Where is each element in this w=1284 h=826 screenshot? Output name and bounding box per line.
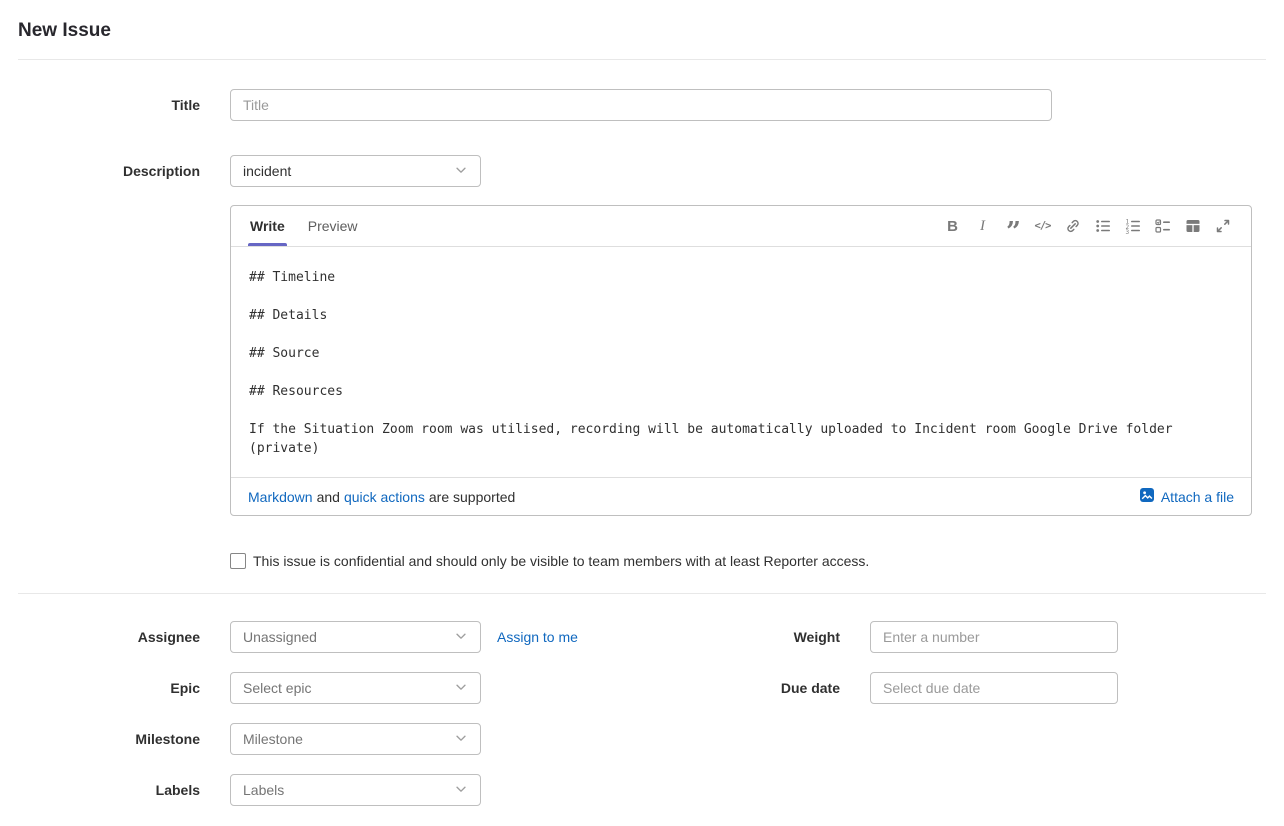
template-select-value: incident [243, 163, 291, 179]
quote-icon[interactable]: ” [1001, 214, 1024, 238]
epic-select-value: Select epic [243, 680, 311, 696]
description-label: Description [18, 155, 200, 187]
numbered-list-icon[interactable]: 123 [1121, 214, 1144, 238]
description-row: Description incident Write Preview B I ”… [18, 155, 1266, 516]
title-label: Title [18, 89, 200, 121]
tab-write[interactable]: Write [248, 206, 287, 246]
bullet-list-icon[interactable] [1091, 214, 1114, 238]
task-list-icon[interactable] [1151, 214, 1174, 238]
chevron-down-icon [454, 680, 468, 697]
section-divider [18, 593, 1266, 594]
weight-row: Weight [628, 621, 1266, 653]
assign-to-me-link[interactable]: Assign to me [497, 629, 578, 645]
chevron-down-icon [454, 782, 468, 799]
labels-row: Labels Labels [18, 774, 628, 806]
due-date-input[interactable] [870, 672, 1118, 704]
confidential-row: This issue is confidential and should on… [18, 553, 1266, 569]
image-icon [1139, 487, 1155, 506]
markdown-editor: Write Preview B I ” </> [230, 205, 1252, 516]
assignee-label: Assignee [18, 621, 200, 653]
confidential-checkbox[interactable] [230, 553, 246, 569]
epic-select[interactable]: Select epic [230, 672, 481, 704]
editor-toolbar: B I ” </> 123 [941, 206, 1234, 246]
italic-icon[interactable]: I [971, 214, 994, 238]
table-icon[interactable] [1181, 214, 1204, 238]
fullscreen-icon[interactable] [1211, 214, 1234, 238]
markdown-help-text: Markdown and quick actions are supported [248, 489, 515, 505]
code-icon[interactable]: </> [1031, 214, 1054, 238]
labels-select[interactable]: Labels [230, 774, 481, 806]
assignee-select-value: Unassigned [243, 629, 317, 645]
milestone-select-value: Milestone [243, 731, 303, 747]
weight-input[interactable] [870, 621, 1118, 653]
quick-actions-link[interactable]: quick actions [344, 489, 425, 505]
confidential-label: This issue is confidential and should on… [253, 553, 869, 569]
epic-row: Epic Select epic [18, 672, 628, 704]
page-title: New Issue [18, 0, 1266, 59]
milestone-label: Milestone [18, 723, 200, 755]
milestone-select[interactable]: Milestone [230, 723, 481, 755]
new-issue-page: New Issue Title Description incident Wri… [0, 0, 1284, 825]
link-icon[interactable] [1061, 214, 1084, 238]
attach-file-label: Attach a file [1161, 489, 1234, 505]
assignee-row: Assignee Unassigned Assign to me [18, 621, 628, 653]
labels-select-value: Labels [243, 782, 284, 798]
editor-tabbar: Write Preview B I ” </> [231, 206, 1251, 247]
bold-icon[interactable]: B [941, 214, 964, 238]
chevron-down-icon [454, 731, 468, 748]
title-row: Title [18, 89, 1266, 121]
assignee-select[interactable]: Unassigned [230, 621, 481, 653]
chevron-down-icon [454, 629, 468, 646]
metadata-section: Assignee Unassigned Assign to me Epic Se… [18, 621, 1266, 825]
description-template-select[interactable]: incident [230, 155, 481, 187]
due-date-row: Due date [628, 672, 1266, 704]
attach-file-button[interactable]: Attach a file [1139, 487, 1234, 506]
svg-text:3: 3 [1125, 229, 1129, 234]
description-textarea[interactable]: ## Timeline ## Details ## Source ## Reso… [231, 247, 1251, 477]
milestone-row: Milestone Milestone [18, 723, 628, 755]
weight-label: Weight [628, 621, 840, 653]
tab-preview[interactable]: Preview [306, 206, 360, 246]
header-divider [18, 59, 1266, 60]
editor-footer: Markdown and quick actions are supported… [231, 477, 1251, 515]
chevron-down-icon [454, 163, 468, 180]
epic-label: Epic [18, 672, 200, 704]
markdown-link[interactable]: Markdown [248, 489, 313, 505]
due-date-label: Due date [628, 672, 840, 704]
title-input[interactable] [230, 89, 1052, 121]
labels-label: Labels [18, 774, 200, 806]
and-text: and [317, 489, 340, 505]
supported-text: are supported [429, 489, 515, 505]
